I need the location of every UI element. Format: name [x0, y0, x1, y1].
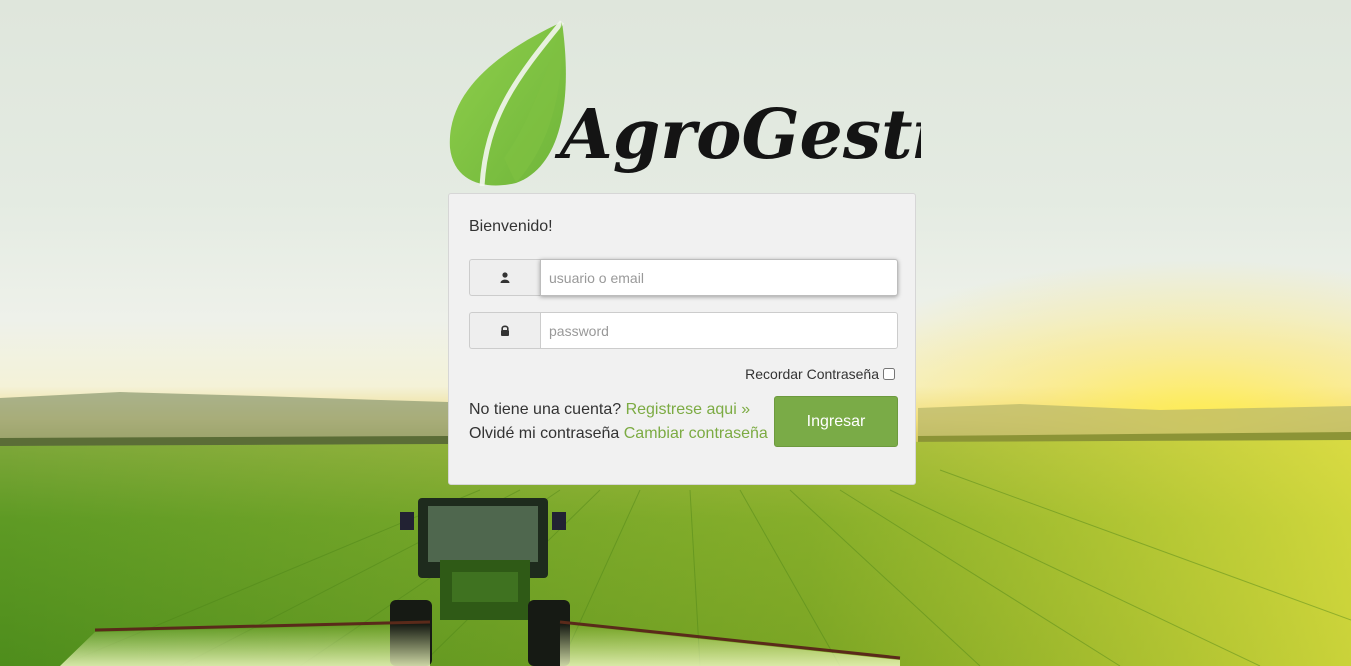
username-input[interactable] — [540, 259, 898, 296]
welcome-text: Bienvenido! — [469, 218, 553, 235]
username-row — [469, 259, 898, 296]
no-account-text: No tiene una cuenta? — [469, 401, 622, 418]
login-card: Bienvenido! Recordar Contraseña No tiene… — [448, 193, 916, 485]
leaf-icon — [449, 20, 566, 187]
account-links: No tiene una cuenta? Registrese aqui » O… — [469, 398, 768, 446]
password-input[interactable] — [540, 312, 898, 349]
user-icon — [469, 259, 540, 296]
remember-password[interactable]: Recordar Contraseña — [745, 366, 895, 382]
lock-icon — [469, 312, 540, 349]
logo-wordmark: AgroGestión — [554, 95, 921, 175]
remember-checkbox[interactable] — [883, 368, 895, 380]
login-button[interactable]: Ingresar — [774, 396, 898, 447]
password-row — [469, 312, 898, 349]
forgot-line: Olvidé mi contraseña Cambiar contraseña — [469, 422, 768, 446]
change-password-link[interactable]: Cambiar contraseña — [624, 425, 768, 442]
remember-label: Recordar Contraseña — [745, 366, 879, 382]
register-line: No tiene una cuenta? Registrese aqui » — [469, 398, 768, 422]
forgot-text: Olvidé mi contraseña — [469, 425, 620, 442]
agrogestion-logo: AgroGestión — [449, 20, 921, 187]
register-link[interactable]: Registrese aqui » — [626, 401, 751, 418]
